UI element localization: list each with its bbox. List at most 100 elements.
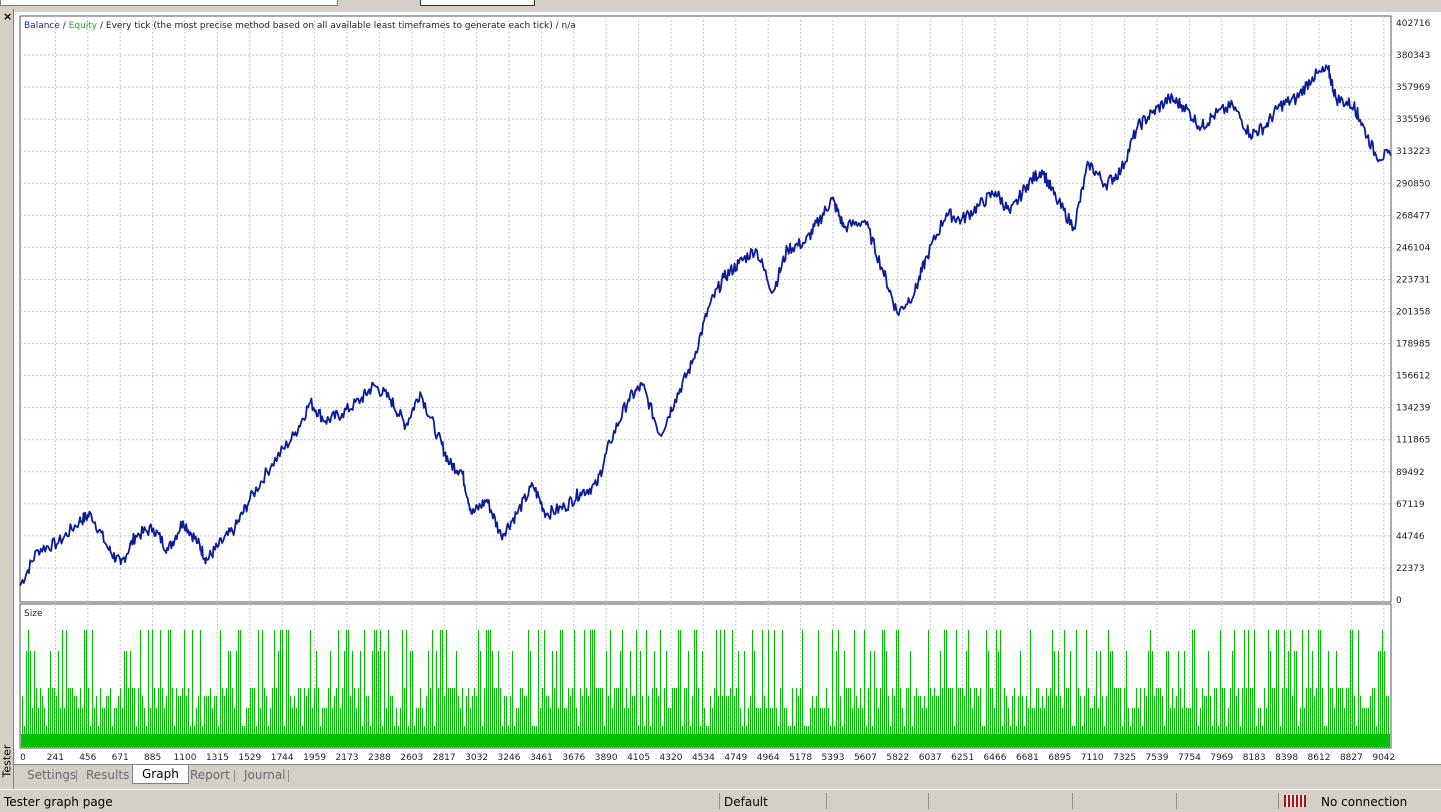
size-bar	[762, 630, 763, 748]
x-tick-label: 7325	[1113, 753, 1136, 763]
size-bar	[726, 696, 727, 748]
size-bar	[396, 708, 397, 748]
size-bar	[1320, 630, 1321, 748]
size-bar	[996, 630, 997, 748]
x-tick-label: 0	[20, 753, 26, 763]
size-bar	[700, 726, 701, 748]
size-bar	[838, 630, 839, 748]
size-bar	[1044, 708, 1045, 748]
size-bar	[202, 726, 203, 748]
tab-settings[interactable]: Settings	[27, 768, 76, 782]
size-bar	[114, 708, 115, 748]
x-tick-label: 8612	[1308, 753, 1331, 763]
size-bar	[464, 726, 465, 748]
size-bar	[1192, 630, 1193, 748]
size-bar	[1058, 651, 1059, 748]
size-bar	[206, 696, 207, 748]
size-bar	[756, 708, 757, 748]
size-bar	[656, 688, 657, 748]
size-bar	[38, 708, 39, 748]
size-bar	[406, 630, 407, 748]
size-bar	[960, 688, 961, 748]
size-bar	[678, 630, 679, 748]
size-bar	[516, 708, 517, 748]
size-bar	[748, 708, 749, 748]
legend-equity: Equity	[69, 21, 98, 31]
x-tick-label: 8183	[1243, 753, 1266, 763]
size-bar	[172, 688, 173, 748]
size-bar	[1326, 726, 1327, 748]
size-bar	[356, 708, 357, 748]
status-page-text: Tester graph page	[4, 795, 113, 809]
size-bar	[350, 696, 351, 748]
tab-graph[interactable]: Graph	[132, 765, 189, 784]
size-bar	[894, 696, 895, 748]
tab-journal[interactable]: Journal	[244, 768, 286, 782]
size-bar	[102, 708, 103, 748]
size-bar	[1006, 696, 1007, 748]
size-bar	[270, 708, 271, 748]
size-bar	[1286, 688, 1287, 748]
size-bar	[510, 696, 511, 748]
legend-balance: Balance	[24, 21, 60, 31]
size-bar	[80, 688, 81, 748]
size-bar	[1038, 688, 1039, 748]
size-bar	[296, 708, 297, 748]
size-bar	[306, 696, 307, 748]
size-bar	[1226, 726, 1227, 748]
size-bar	[1188, 708, 1189, 748]
close-icon[interactable]: ×	[3, 11, 12, 22]
size-bar	[1000, 630, 1001, 748]
size-bar	[664, 688, 665, 748]
size-bar	[584, 630, 585, 748]
size-bar	[582, 696, 583, 748]
size-bar	[236, 651, 237, 748]
size-bar	[816, 696, 817, 748]
size-bar	[386, 708, 387, 748]
size-bar	[1190, 708, 1191, 748]
size-bar	[48, 688, 49, 748]
size-bar	[684, 688, 685, 748]
size-bar	[218, 726, 219, 748]
size-bar	[672, 688, 673, 748]
size-bar	[778, 726, 779, 748]
y-tick-label: 134239	[1396, 404, 1431, 414]
size-bar	[328, 688, 329, 748]
size-bar	[546, 696, 547, 748]
size-bar	[850, 688, 851, 748]
tab-results[interactable]: Results	[86, 768, 129, 782]
size-bar	[1242, 688, 1243, 748]
size-bar	[1234, 630, 1235, 748]
toolbar-field-2[interactable]	[420, 0, 535, 6]
toolbar-field[interactable]	[0, 0, 338, 6]
size-bar	[1160, 688, 1161, 748]
size-bar	[1330, 688, 1331, 748]
size-bar	[434, 726, 435, 748]
size-bar	[174, 726, 175, 748]
size-bar	[44, 708, 45, 748]
size-bar	[258, 630, 259, 748]
size-bar	[1344, 708, 1345, 748]
size-bar	[806, 726, 807, 748]
size-bar	[768, 630, 769, 748]
tester-graph: Balance / Equity / Every tick (the most …	[14, 12, 1441, 764]
size-bar	[436, 651, 437, 748]
size-bar	[284, 726, 285, 748]
size-bar	[660, 630, 661, 748]
size-bar	[1094, 696, 1095, 748]
size-bar	[420, 688, 421, 748]
size-bar	[1164, 726, 1165, 748]
size-bar	[920, 696, 921, 748]
size-bar	[688, 651, 689, 748]
size-bar	[764, 696, 765, 748]
size-bar	[414, 726, 415, 748]
status-divider	[719, 793, 720, 809]
size-bar	[1250, 688, 1251, 748]
size-bar	[1342, 688, 1343, 748]
size-bar	[1318, 630, 1319, 748]
size-bar	[92, 630, 93, 748]
y-tick-label: 156612	[1396, 372, 1430, 382]
tab-report[interactable]: Report	[190, 768, 230, 782]
size-bar	[770, 708, 771, 748]
size-bar	[1364, 708, 1365, 748]
